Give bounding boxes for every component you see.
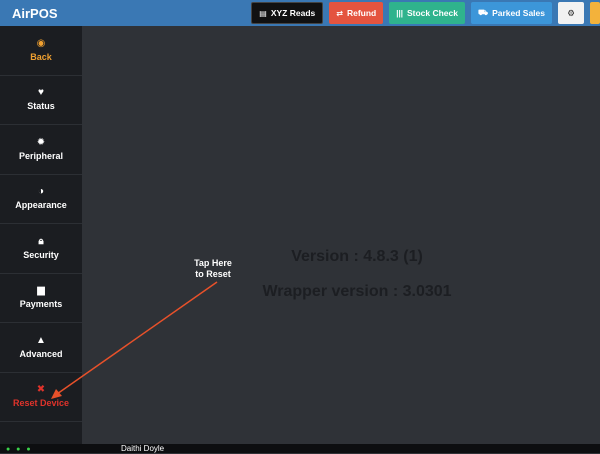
hint-arrow [51, 281, 218, 399]
hint-arrow-line [56, 281, 218, 395]
hint-arrow-head [51, 389, 62, 399]
footer-bar [0, 444, 600, 453]
status-dots: ● ● ● [6, 446, 33, 453]
